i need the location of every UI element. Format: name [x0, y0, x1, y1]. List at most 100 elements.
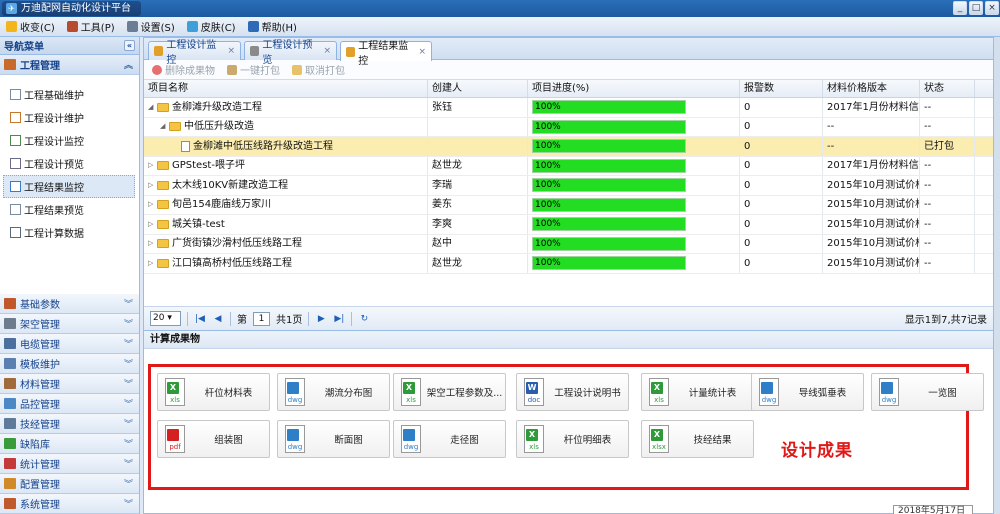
- page-number-input[interactable]: 1: [253, 311, 270, 326]
- expanded-caret-icon[interactable]: ◢: [148, 98, 157, 117]
- nav-group[interactable]: 系统管理 ︾: [0, 494, 139, 514]
- nav-group[interactable]: 模板维护 ︾: [0, 354, 139, 374]
- cell-alarms: 0: [740, 254, 823, 273]
- result-file-tile[interactable]: Xxlsx 技经结果: [641, 420, 754, 458]
- result-file-tile[interactable]: Xxls 杆位明细表: [516, 420, 629, 458]
- nav-group[interactable]: 配置管理 ︾: [0, 474, 139, 494]
- cell-alarms: 0: [740, 137, 823, 156]
- title-bar: ✈ 万迪配网自动化设计平台 _ □ ×: [0, 0, 1000, 17]
- table-row[interactable]: ▷ GPStest-喂子坪 赵世龙 100% 02017年1月份材料信息价--: [144, 156, 993, 176]
- sidebar-item[interactable]: 工程结果预览: [0, 198, 139, 221]
- menu-item[interactable]: 帮助(H): [247, 19, 297, 34]
- nav-group[interactable]: 品控管理 ︾: [0, 394, 139, 414]
- nav-group[interactable]: 电缆管理 ︾: [0, 334, 139, 354]
- nav-group[interactable]: 基础参数 ︾: [0, 294, 139, 314]
- file-extension: xls: [170, 396, 180, 404]
- nav-group[interactable]: 统计管理 ︾: [0, 454, 139, 474]
- close-icon[interactable]: ×: [227, 46, 235, 56]
- table-row[interactable]: ▷ 旬邑154鹿庙线万家川 姜东 100% 0 2015年10月测试价格 --: [144, 195, 993, 215]
- collapsed-caret-icon[interactable]: ▷: [148, 157, 157, 176]
- table-row[interactable]: ▷ 广货街镇沙滑村低压线路工程 赵中 100% 0 2015年10月测试价格 --: [144, 234, 993, 254]
- nav-group[interactable]: 架空管理 ︾: [0, 314, 139, 334]
- nav-group-label: 模板维护: [20, 360, 60, 371]
- sidebar-item[interactable]: 工程基础维护: [0, 83, 139, 106]
- nav-group[interactable]: 技经管理 ︾: [0, 414, 139, 434]
- delete-icon: [152, 64, 162, 75]
- close-icon[interactable]: ×: [418, 47, 426, 57]
- close-icon[interactable]: ×: [323, 46, 331, 56]
- file-extension: dwg: [287, 443, 303, 451]
- collapsed-caret-icon[interactable]: ▷: [148, 254, 157, 273]
- menu-item[interactable]: 设置(S): [126, 19, 175, 34]
- sidebar-item[interactable]: 工程设计维护: [0, 106, 139, 129]
- column-header[interactable]: 报警数: [740, 80, 823, 97]
- nav-group-label: 材料管理: [20, 380, 60, 391]
- expanded-caret-icon[interactable]: ◢: [160, 118, 169, 137]
- collapsed-caret-icon[interactable]: ▷: [148, 176, 157, 195]
- last-page-button[interactable]: ▶|: [333, 314, 345, 324]
- sidebar-item-label: 工程基础维护: [24, 91, 84, 102]
- sidebar-item[interactable]: 工程设计预览: [0, 152, 139, 175]
- tab[interactable]: 工程设计监控 ×: [148, 40, 241, 66]
- result-file-tile[interactable]: dwg 导线弧垂表: [751, 373, 864, 411]
- file-badge: X: [651, 382, 663, 394]
- collapse-sidebar-button[interactable]: «: [124, 40, 135, 51]
- result-file-tile[interactable]: dwg 一览图: [871, 373, 984, 411]
- column-header[interactable]: 项目名称: [144, 80, 428, 97]
- menu-item[interactable]: 工具(P): [66, 19, 115, 34]
- result-file-tile[interactable]: Wdoc 工程设计说明书: [516, 373, 629, 411]
- refresh-icon[interactable]: ↻: [358, 314, 370, 324]
- cell-alarms: 0: [740, 98, 823, 117]
- folder-icon: [157, 102, 169, 112]
- close-window-button[interactable]: ×: [985, 1, 999, 15]
- table-row[interactable]: ◢ 金柳滩升级改造工程 张钰 100% 02017年1月份材料信息价--: [144, 98, 993, 118]
- table-row[interactable]: ▷ 城关镇-test 李爽 100% 0 2015年10月测试价格 --: [144, 215, 993, 235]
- file-badge: [167, 429, 179, 441]
- cell-creator: 姜东: [428, 195, 528, 214]
- result-file-tile[interactable]: Xxls 计量统计表: [641, 373, 754, 411]
- collapsed-caret-icon[interactable]: ▷: [148, 196, 157, 215]
- table-row[interactable]: ▷ 江口镇高桥村低压线路工程 赵世龙 100% 0 2015年10月测试价格 --: [144, 254, 993, 274]
- maximize-button[interactable]: □: [969, 1, 983, 15]
- chevron-down-icon: ︾: [123, 300, 133, 310]
- prev-page-button[interactable]: ◀: [212, 314, 224, 324]
- nav-group[interactable]: 缺陷库 ︾: [0, 434, 139, 454]
- column-header[interactable]: 项目进度(%): [528, 80, 740, 97]
- results-frame: 设计成果 Xxls 杆位材料表 dwg 潮流分布图 Xxls 架空工程参数及... Wdoc…: [148, 364, 984, 490]
- column-header[interactable]: 创建人: [428, 80, 528, 97]
- cell-creator: 李爽: [428, 215, 528, 234]
- sidebar-item[interactable]: 工程计算数据: [0, 221, 139, 244]
- outer-scrollbar[interactable]: [994, 37, 1000, 514]
- table-row[interactable]: ◢ 中低压升级改造 100% 0 -- --: [144, 117, 993, 137]
- sidebar-item[interactable]: 工程结果监控: [3, 175, 135, 198]
- cell-price-version: 2015年10月测试价格: [823, 176, 920, 195]
- nav-group-project-management[interactable]: 工程管理 ︽: [0, 55, 139, 75]
- table-row[interactable]: 金柳滩中低压线路升级改造工程 100% 0 -- 已打包: [144, 137, 993, 157]
- result-file-tile[interactable]: dwg 潮流分布图: [277, 373, 390, 411]
- result-file-tile[interactable]: dwg 走径图: [393, 420, 506, 458]
- menu-item[interactable]: 皮肤(C): [186, 19, 236, 34]
- pager-separator: [187, 311, 188, 326]
- menu-item-label: 皮肤(C): [200, 23, 236, 34]
- result-file-tile[interactable]: Xxls 架空工程参数及...: [393, 373, 506, 411]
- collapsed-caret-icon[interactable]: ▷: [148, 235, 157, 254]
- first-page-button[interactable]: |◀: [194, 314, 206, 324]
- cell-alarms: 0: [740, 176, 823, 195]
- menu-item[interactable]: 收变(C): [6, 19, 55, 34]
- result-file-tile[interactable]: pdf 组装图: [157, 420, 270, 458]
- collapsed-caret-icon[interactable]: ▷: [148, 215, 157, 234]
- column-header[interactable]: 状态: [920, 80, 975, 97]
- result-file-tile[interactable]: Xxls 杆位材料表: [157, 373, 270, 411]
- chevron-down-icon: ︾: [123, 320, 133, 330]
- result-file-tile[interactable]: dwg 断面图: [277, 420, 390, 458]
- sidebar-item[interactable]: 工程设计监控: [0, 129, 139, 152]
- minimize-button[interactable]: _: [953, 1, 967, 15]
- nav-group[interactable]: 材料管理 ︾: [0, 374, 139, 394]
- next-page-button[interactable]: ▶: [315, 314, 327, 324]
- column-header[interactable]: 材料价格版本: [823, 80, 920, 97]
- tab[interactable]: 工程结果监控 ×: [340, 41, 432, 67]
- tab[interactable]: 工程设计预览 ×: [244, 40, 337, 66]
- table-row[interactable]: ▷ 太木线10KV新建改造工程 李瑞 100% 0 2015年10月测试价格 --: [144, 176, 993, 196]
- unpack-button[interactable]: 取消打包: [292, 62, 345, 77]
- page-size-select[interactable]: 20 ▾: [150, 311, 181, 326]
